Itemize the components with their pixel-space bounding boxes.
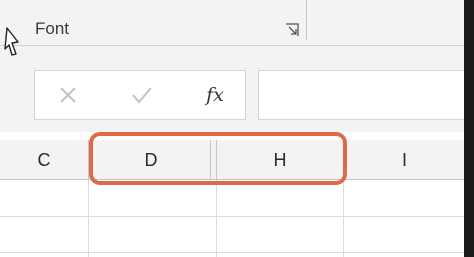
font-group-label: Font bbox=[35, 19, 70, 38]
ribbon-group-separator bbox=[306, 0, 307, 40]
gridline bbox=[216, 180, 217, 257]
highlight-annotation bbox=[89, 132, 347, 185]
column-header-i[interactable]: I bbox=[345, 140, 464, 180]
gridline bbox=[88, 180, 89, 257]
gridline bbox=[0, 216, 464, 217]
enter-button[interactable] bbox=[126, 80, 158, 110]
ribbon bbox=[0, 0, 464, 56]
column-header-c[interactable]: C bbox=[0, 140, 88, 180]
x-icon bbox=[60, 87, 76, 103]
dialog-launcher-icon[interactable] bbox=[284, 22, 300, 38]
insert-function-button[interactable]: fx bbox=[198, 80, 232, 110]
ribbon-divider bbox=[0, 45, 464, 46]
cancel-button[interactable] bbox=[52, 80, 84, 110]
gridline bbox=[0, 252, 464, 253]
window-edge bbox=[464, 0, 474, 257]
formula-input[interactable] bbox=[258, 70, 464, 120]
gridline bbox=[343, 180, 344, 257]
checkmark-icon bbox=[132, 87, 152, 104]
